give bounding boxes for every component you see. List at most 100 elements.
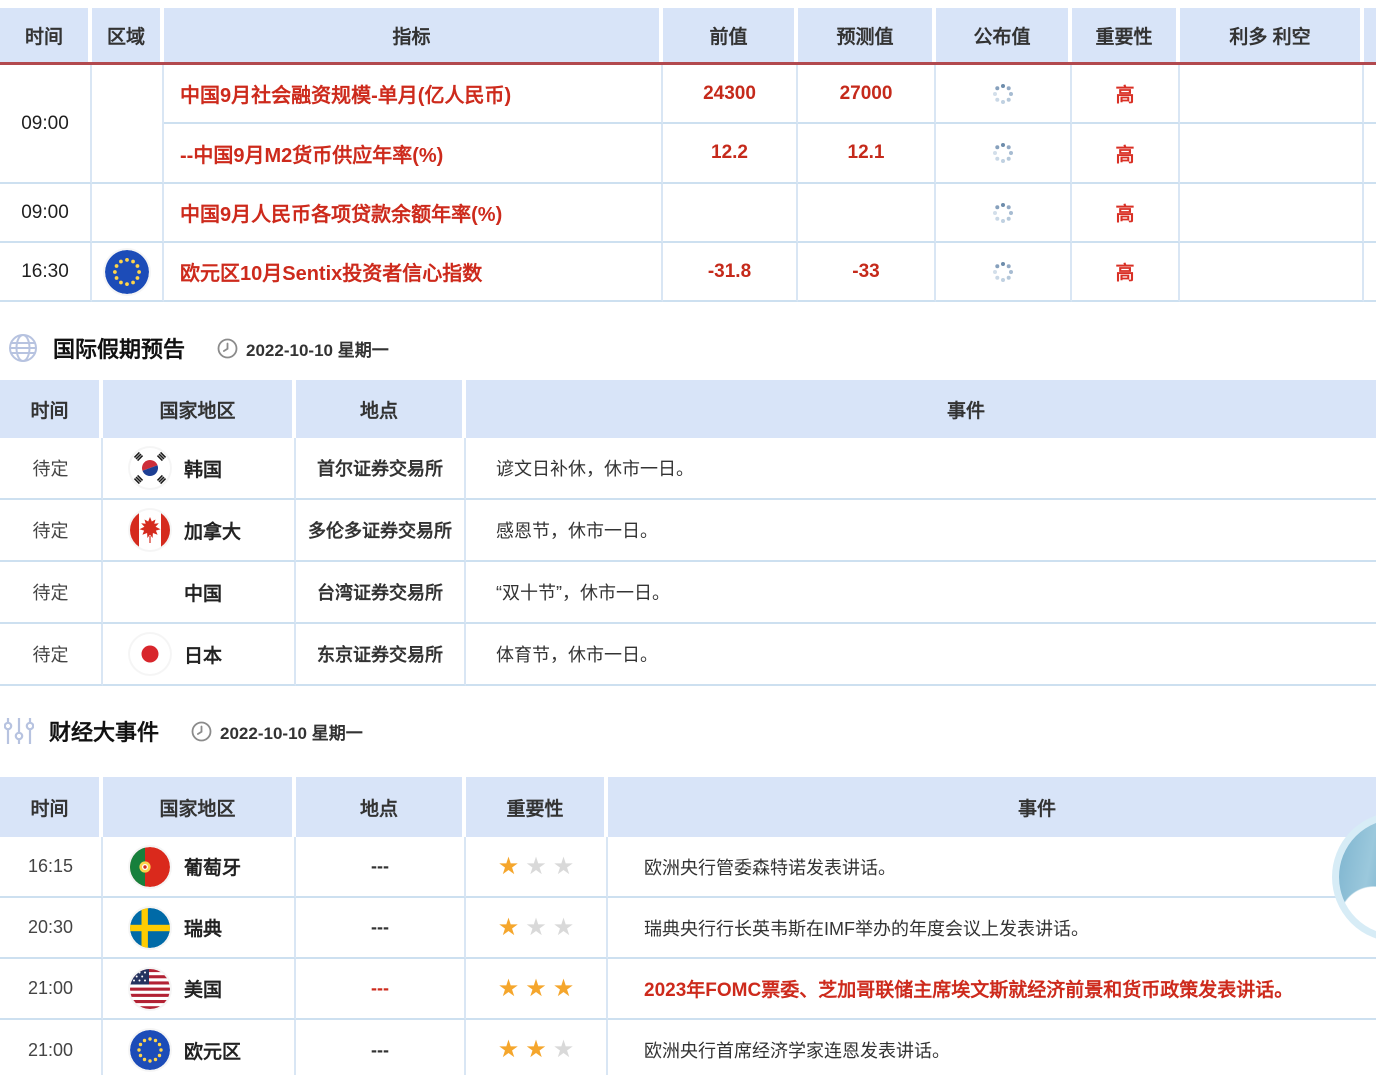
col-header-country: 国家地区 [103, 380, 296, 438]
loading-spinner-icon [991, 201, 1015, 225]
time-cell: 待定 [0, 500, 103, 562]
time-cell: 16:15 [0, 837, 103, 898]
time-cell: 09:00 [0, 184, 92, 243]
usa-flag-icon [130, 969, 170, 1009]
star-icon [498, 916, 520, 940]
importance-stars [498, 855, 575, 879]
loading-spinner-icon [991, 260, 1015, 284]
location-cell: --- [296, 898, 466, 959]
location-cell: --- [296, 959, 466, 1020]
country-cell: 美国 [103, 959, 296, 1020]
previous-cell: 12.2 [663, 124, 798, 184]
country-cell: 葡萄牙 [103, 837, 296, 898]
col-header-event: 事件 [608, 777, 1376, 837]
col-header-indicator: 指标 [164, 8, 663, 62]
forecast-cell: 27000 [798, 65, 936, 124]
country-cell: 韩国 [103, 438, 296, 500]
country-cell: 中国 [103, 562, 296, 624]
clipped-cell [1364, 124, 1376, 184]
importance-cell: 高 [1072, 243, 1180, 302]
country-name: 日本 [184, 641, 222, 668]
country-name: 欧元区 [184, 1037, 241, 1064]
event-cell: 欧洲央行管委森特诺发表讲话。 [608, 837, 1376, 898]
country-name: 瑞典 [184, 914, 222, 941]
star-icon [553, 855, 575, 879]
events-section-title: 财经大事件 [49, 715, 159, 747]
col-header-bull-bear: 利多 利空 [1180, 8, 1364, 62]
country-cell: 欧元区 [103, 1020, 296, 1075]
japan-flag-icon [130, 634, 170, 674]
bull-bear-cell [1180, 124, 1364, 184]
star-icon [553, 916, 575, 940]
event-cell: “双十节”，休市一日。 [466, 562, 1376, 624]
events-section-date: 2022-10-10 星期一 [220, 719, 363, 744]
time-cell: 20:30 [0, 898, 103, 959]
star-icon [525, 977, 547, 1001]
clipped-cell [1364, 243, 1376, 302]
location-cell: 东京证券交易所 [296, 624, 466, 686]
time-cell: 待定 [0, 438, 103, 500]
importance-cell: 高 [1072, 184, 1180, 243]
loading-spinner-icon [991, 141, 1015, 165]
col-header-actual: 公布值 [936, 8, 1072, 62]
event-cell: 瑞典央行行长英韦斯在IMF举办的年度会议上发表讲话。 [608, 898, 1376, 959]
event-cell: 体育节，休市一日。 [466, 624, 1376, 686]
bull-bear-cell [1180, 65, 1364, 124]
importance-cell [466, 1020, 608, 1075]
importance-cell: 高 [1072, 65, 1180, 124]
eu-flag-icon [130, 1030, 170, 1070]
indicator-cell: --中国9月M2货币供应年率(%) [164, 124, 663, 184]
time-cell: 21:00 [0, 1020, 103, 1075]
importance-stars [498, 916, 575, 940]
importance-cell: 高 [1072, 124, 1180, 184]
star-icon [498, 855, 520, 879]
clipped-cell [1364, 65, 1376, 124]
importance-cell [466, 837, 608, 898]
forecast-cell: -33 [798, 243, 936, 302]
location-cell: 首尔证券交易所 [296, 438, 466, 500]
location-cell: 多伦多证券交易所 [296, 500, 466, 562]
col-header-importance: 重要性 [466, 777, 608, 837]
holiday-section-title: 国际假期预告 [53, 332, 185, 364]
col-header-location: 地点 [296, 777, 466, 837]
sweden-flag-icon [130, 908, 170, 948]
actual-cell [936, 65, 1072, 124]
previous-cell: -31.8 [663, 243, 798, 302]
globe-icon [8, 333, 38, 363]
star-icon [525, 855, 547, 879]
previous-cell: 24300 [663, 65, 798, 124]
country-name: 韩国 [184, 455, 222, 482]
col-header-region: 区域 [92, 8, 164, 62]
loading-spinner-icon [991, 82, 1015, 106]
location-cell: 台湾证券交易所 [296, 562, 466, 624]
region-cell [92, 184, 164, 243]
importance-stars [498, 1038, 575, 1062]
south-korea-flag-icon [130, 448, 170, 488]
col-header-clipped [1364, 8, 1376, 62]
location-cell: --- [296, 1020, 466, 1075]
clipped-cell [1364, 184, 1376, 243]
country-name: 葡萄牙 [184, 853, 241, 880]
star-icon [553, 977, 575, 1001]
time-cell: 待定 [0, 624, 103, 686]
canada-flag-icon [130, 510, 170, 550]
star-icon [553, 1038, 575, 1062]
events-section-header: 财经大事件 2022-10-10 星期一 [0, 711, 1376, 751]
indicator-cell: 中国9月社会融资规模-单月(亿人民币) [164, 65, 663, 124]
star-icon [525, 1038, 547, 1062]
sliders-icon [4, 716, 34, 746]
country-name: 加拿大 [184, 517, 241, 544]
star-icon [498, 977, 520, 1001]
actual-cell [936, 243, 1072, 302]
star-icon [498, 1038, 520, 1062]
portugal-flag-icon [130, 847, 170, 887]
col-header-event: 事件 [466, 380, 1376, 438]
actual-cell [936, 124, 1072, 184]
col-header-forecast: 预测值 [798, 8, 936, 62]
holiday-section-header: 国际假期预告 2022-10-10 星期一 [0, 328, 1376, 368]
economic-calendar-table: 时间 区域 指标 前值 预测值 公布值 重要性 利多 利空 09:00 中国9月… [0, 8, 1376, 302]
holiday-section-date: 2022-10-10 星期一 [246, 336, 389, 361]
financial-calendar-page: 时间 区域 指标 前值 预测值 公布值 重要性 利多 利空 09:00 中国9月… [0, 0, 1376, 1075]
col-header-time: 时间 [0, 380, 103, 438]
region-cell [92, 243, 164, 302]
